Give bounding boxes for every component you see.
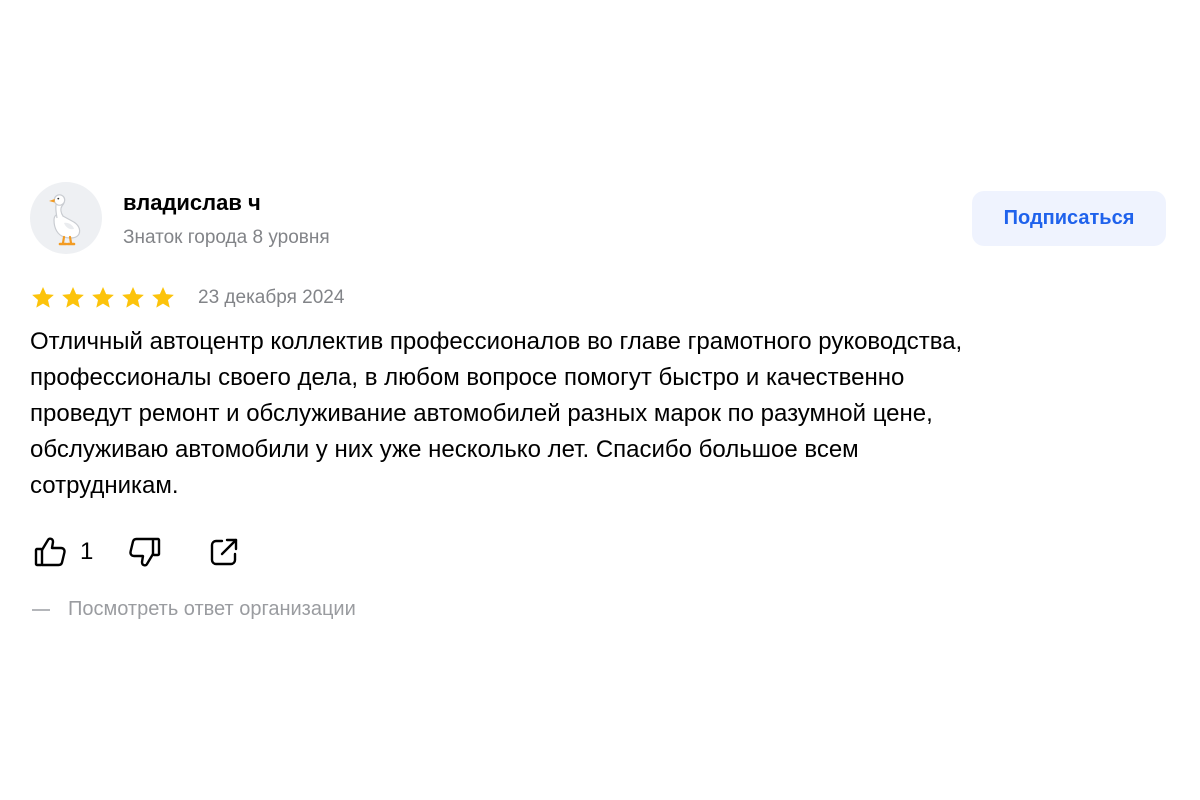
- goose-icon: [49, 194, 81, 246]
- review-date: 23 декабря 2024: [198, 287, 345, 308]
- review-text-line: обслуживаю автомобили у них уже нескольк…: [30, 436, 859, 463]
- review-text-line: профессионалы своего дела, в любом вопро…: [30, 364, 905, 391]
- like-button[interactable]: 1: [32, 534, 93, 570]
- dash-divider: [32, 608, 50, 611]
- star-icon: [120, 285, 146, 311]
- dislike-button[interactable]: [127, 534, 163, 570]
- star-icon: [90, 285, 116, 311]
- like-count: 1: [80, 538, 94, 565]
- view-answer-label: Посмотреть ответ организации: [68, 598, 356, 620]
- thumbs-up-icon: [34, 537, 66, 567]
- review-text-line: сотрудникам.: [30, 472, 179, 499]
- rating-row: 23 декабря 2024: [30, 284, 344, 312]
- share-button[interactable]: [207, 535, 241, 569]
- star-icon: [150, 285, 176, 311]
- review-header: владислав ч Знаток города 8 уровня Подпи…: [30, 182, 1170, 256]
- review-text: Отличный автоцентр коллектив профессиона…: [30, 324, 1160, 504]
- author-name[interactable]: владислав ч: [123, 190, 261, 216]
- review-text-line: проведут ремонт и обслуживание автомобил…: [30, 400, 933, 427]
- review-actions: 1: [32, 534, 241, 570]
- subscribe-button[interactable]: Подписаться: [972, 191, 1166, 246]
- review-text-line: Отличный автоцентр коллектив профессиона…: [30, 328, 963, 355]
- author-level: Знаток города 8 уровня: [123, 227, 330, 248]
- star-rating: [30, 285, 176, 311]
- avatar[interactable]: [30, 182, 102, 254]
- star-icon: [60, 285, 86, 311]
- share-icon: [211, 538, 238, 566]
- page: владислав ч Знаток города 8 уровня Подпи…: [0, 0, 1200, 800]
- thumbs-down-icon: [129, 537, 161, 567]
- star-icon: [30, 285, 56, 311]
- review-card: владислав ч Знаток города 8 уровня Подпи…: [30, 182, 1170, 620]
- view-answer-link[interactable]: Посмотреть ответ организации: [32, 598, 356, 621]
